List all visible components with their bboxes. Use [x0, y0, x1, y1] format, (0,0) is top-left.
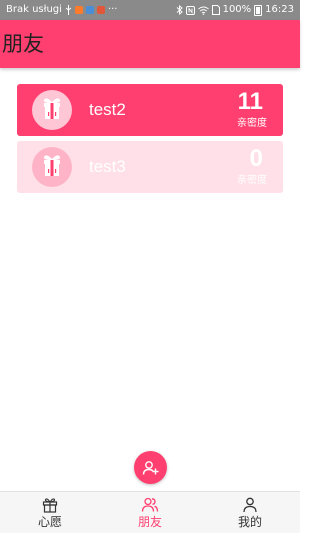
nfc-icon: [185, 5, 195, 15]
wifi-icon: [197, 6, 209, 15]
nav-item-me[interactable]: 我的: [200, 492, 300, 533]
gift-icon: [32, 90, 72, 130]
add-friend-button[interactable]: [134, 451, 167, 484]
gift-icon: [32, 147, 72, 187]
sim-icon: [211, 5, 220, 15]
status-bar-right: 100% 16:23: [176, 0, 294, 20]
intimacy-value: 0: [249, 145, 263, 172]
app-icon-red: [96, 6, 105, 14]
friend-name: test2: [89, 100, 126, 119]
nav-label: 朋友: [137, 515, 162, 529]
gift-icon: [41, 496, 59, 514]
carrier-label: Brak usługi: [6, 4, 62, 15]
bottom-nav: 心愿 朋友 我的: [0, 491, 300, 533]
status-bar-left: Brak usługi ···: [6, 0, 117, 20]
usb-icon: [65, 5, 72, 15]
clock: 16:23: [265, 4, 294, 15]
page-title: 朋友: [2, 32, 44, 56]
app-icon-orange: [74, 6, 83, 14]
intimacy-label: 亲密度: [237, 118, 267, 129]
friends-icon: [141, 496, 159, 514]
intimacy-label: 亲密度: [237, 175, 267, 186]
friend-card-test2[interactable]: test2 11 亲密度: [17, 84, 283, 136]
intimacy-value: 11: [237, 88, 263, 115]
status-bar: Brak usługi ··· 100% 16:23: [0, 0, 300, 20]
nav-item-wishes[interactable]: 心愿: [0, 492, 100, 533]
nav-label: 心愿: [37, 515, 62, 529]
nav-item-friends[interactable]: 朋友: [100, 492, 200, 533]
app-icon-blue: [85, 6, 94, 14]
friend-card-test3[interactable]: test3 0 亲密度: [17, 141, 283, 193]
battery-percent: 100%: [222, 4, 252, 15]
more-notifications: ···: [107, 4, 118, 15]
person-icon: [241, 496, 259, 514]
nav-label: 我的: [237, 515, 262, 529]
add-friend-icon: [142, 459, 160, 477]
bluetooth-icon: [176, 5, 183, 15]
battery-icon: [254, 4, 263, 16]
app-header: 朋友: [0, 20, 300, 68]
friend-name: test3: [89, 157, 126, 176]
